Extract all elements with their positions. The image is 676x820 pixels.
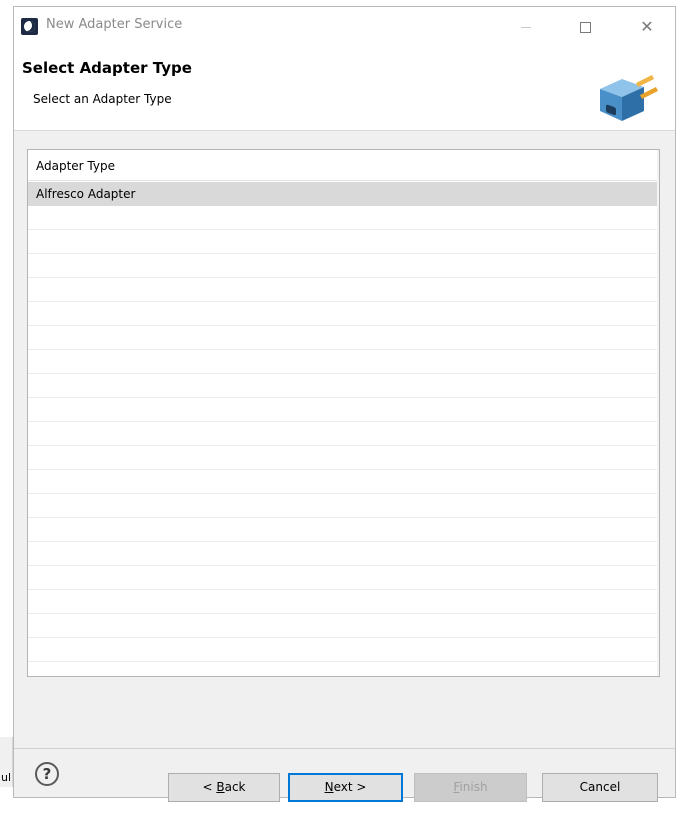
- minimize-button[interactable]: [503, 13, 549, 41]
- finish-button[interactable]: Finish: [414, 773, 527, 802]
- window-title: New Adapter Service: [46, 17, 183, 32]
- footer-separator: [14, 748, 675, 749]
- close-button[interactable]: ✕: [624, 13, 670, 41]
- app-icon: [21, 18, 38, 35]
- background-window: [0, 0, 13, 820]
- back-mnemonic: B: [216, 780, 225, 794]
- back-button[interactable]: < Back: [168, 773, 280, 802]
- maximize-icon: [579, 22, 591, 33]
- back-prefix: <: [202, 780, 217, 794]
- page-description: Select an Adapter Type: [33, 92, 172, 106]
- next-mnemonic: N: [324, 780, 334, 794]
- empty-table-rows: [28, 206, 659, 676]
- back-label: ack: [224, 780, 246, 794]
- next-button[interactable]: Next >: [288, 773, 403, 802]
- table-header[interactable]: Adapter Type: [28, 150, 659, 181]
- table-right-edge: [657, 150, 659, 676]
- finish-label: inish: [459, 780, 488, 794]
- adapter-plug-icon: [600, 75, 658, 121]
- background-window-text: ul: [1, 771, 12, 784]
- close-icon: ✕: [640, 17, 654, 36]
- title-bar[interactable]: New Adapter Service ✕: [14, 7, 675, 45]
- next-label: ext >: [333, 780, 367, 794]
- row-label: Alfresco Adapter: [36, 187, 136, 201]
- minimize-icon: [521, 27, 531, 28]
- adapter-type-table[interactable]: Adapter Type Alfresco Adapter: [27, 149, 660, 677]
- cancel-button[interactable]: Cancel: [542, 773, 658, 802]
- table-row[interactable]: Alfresco Adapter: [28, 182, 659, 206]
- page-title: Select Adapter Type: [22, 59, 192, 77]
- wizard-header: Select Adapter Type Select an Adapter Ty…: [14, 45, 675, 131]
- column-header-adapter-type: Adapter Type: [36, 159, 115, 173]
- new-adapter-service-dialog: New Adapter Service ✕ Select Adapter Typ…: [13, 6, 676, 802]
- maximize-button[interactable]: [562, 13, 608, 41]
- help-icon[interactable]: ?: [35, 762, 59, 786]
